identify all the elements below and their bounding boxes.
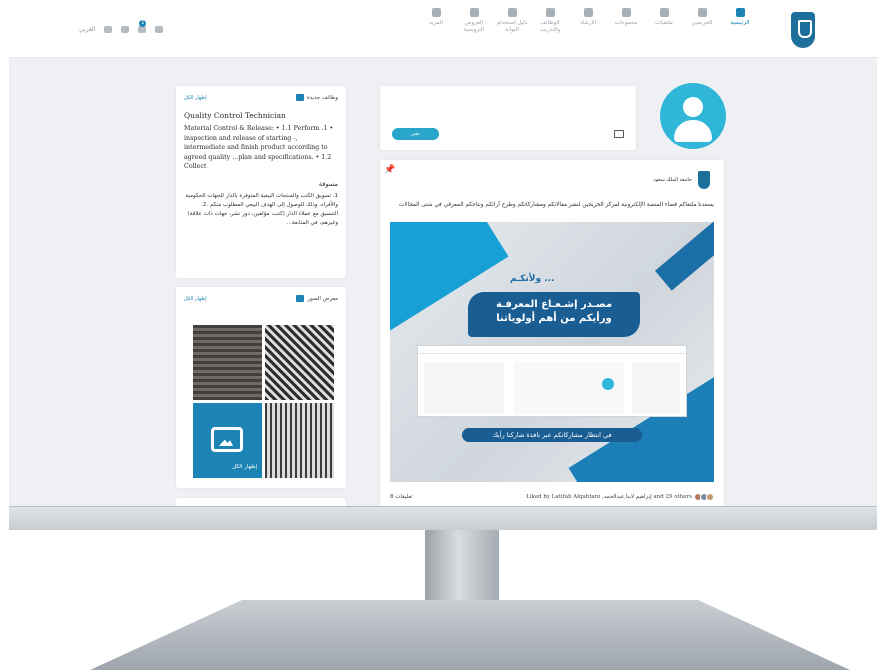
gallery-show-all-tile[interactable]: إظهار الكل — [193, 403, 262, 478]
notification-badge: 1 — [139, 20, 147, 27]
nav-item-jobs[interactable]: الوظائف والتدريب — [533, 8, 567, 34]
job-title[interactable]: Quality Control Technician — [184, 111, 338, 120]
briefcase-icon — [545, 8, 555, 17]
post-banner-image[interactable]: ... ولأنكـم مصـدر إشـعـاع المعرفـة ورأيك… — [390, 222, 714, 482]
image-upload-icon[interactable] — [614, 130, 624, 138]
gallery-card-header: معرض الصور إظهار الكل — [176, 287, 346, 302]
post-author[interactable]: جامعة الملك سعود — [653, 177, 692, 183]
jobs-show-all-link[interactable]: إظهار الكل — [184, 95, 207, 101]
post-author-logo[interactable] — [698, 171, 710, 189]
comments-count[interactable]: 8 تعليقات — [390, 494, 413, 500]
main-nav: الرئيسية الخريجين ملتقيات مجموعات الارشا… — [419, 8, 757, 34]
gallery-show-all-link[interactable]: إظهار الكل — [184, 296, 207, 302]
post-composer[interactable]: نشر — [380, 86, 636, 150]
more-icon — [431, 8, 441, 17]
gallery-grid: إظهار الكل — [193, 325, 334, 478]
building-icon — [621, 8, 631, 17]
monitor-stand-base — [90, 600, 850, 670]
link-icon — [469, 8, 479, 17]
pin-icon: 📌 — [384, 165, 396, 175]
new-jobs-card: وظائف جديدة إظهار الكل Quality Control T… — [176, 86, 346, 278]
nav-item-mentoring[interactable]: الارشاد — [571, 8, 605, 34]
nav-item-more[interactable]: المزيد — [419, 8, 453, 34]
users-icon — [583, 8, 593, 17]
likes-summary[interactable]: Liked by Latifah Alqahtani ,إبراهيم لابن… — [526, 493, 714, 501]
utility-bar: العربي 1 — [79, 20, 164, 33]
banner-screenshot — [417, 345, 687, 417]
feed-post: 📌 جامعة الملك سعود يسعدنا ملتقاكم فضاء ا… — [380, 160, 724, 512]
nav-item-forums[interactable]: ملتقيات — [647, 8, 681, 34]
user-icon[interactable] — [155, 26, 164, 33]
monitor-stand-neck — [425, 530, 499, 608]
gallery-more-label: إظهار الكل — [232, 464, 257, 470]
id-card-icon — [697, 8, 707, 17]
bell-icon[interactable]: 1 — [138, 20, 147, 33]
chat-icon[interactable] — [121, 26, 130, 33]
nav-item-groups[interactable]: مجموعات — [609, 8, 643, 34]
university-logo[interactable] — [791, 12, 815, 48]
graduation-cap-icon — [659, 8, 669, 17]
briefcase-icon — [295, 94, 304, 101]
nav-item-offers[interactable]: العروض الترويجية — [457, 8, 491, 34]
image-icon — [211, 427, 243, 452]
publish-button[interactable]: نشر — [392, 128, 439, 140]
photo-gallery-card: معرض الصور إظهار الكل إظهار الكل — [176, 287, 346, 488]
job-item[interactable]: Quality Control Technician Material Cont… — [176, 101, 346, 172]
monitor-screen: الرئيسية الخريجين ملتقيات مجموعات الارشا… — [9, 0, 877, 512]
jobs-card-title: وظائف جديدة — [306, 94, 338, 101]
banner-cta: في انتظار مشاركاتكم عبر نافذة شاركنا رأي… — [462, 428, 642, 442]
nav-item-guide[interactable]: دليل استخدام البوابة — [495, 8, 529, 34]
top-navbar: الرئيسية الخريجين ملتقيات مجموعات الارشا… — [9, 0, 877, 58]
nav-item-home[interactable]: الرئيسية — [723, 8, 757, 34]
home-icon — [735, 8, 745, 17]
gallery-photo[interactable] — [265, 325, 334, 400]
job-item[interactable]: مسوقة 1. تسويق الكتب والمنتجات البيعية ا… — [176, 172, 346, 228]
image-icon — [296, 295, 305, 302]
group-icon[interactable] — [104, 26, 113, 33]
post-text: يسعدنا ملتقاكم فضاء المنصة الإلكترونية ل… — [398, 202, 714, 208]
gallery-card-title: معرض الصور — [307, 295, 338, 302]
job-title[interactable]: مسوقة — [184, 180, 338, 188]
link-icon — [507, 8, 517, 17]
language-switch[interactable]: العربي — [79, 26, 95, 33]
gallery-photo[interactable] — [265, 403, 334, 478]
liker-avatars — [694, 493, 714, 501]
post-footer: 8 تعليقات Liked by Latifah Alqahtani ,إب… — [390, 493, 714, 501]
gallery-photo[interactable] — [193, 325, 262, 400]
banner-tagline: ... ولأنكـم — [510, 274, 555, 284]
jobs-card-header: وظائف جديدة إظهار الكل — [176, 86, 346, 101]
job-description: Material Control & Release: • 1.1 Perfor… — [184, 125, 334, 170]
user-avatar[interactable] — [660, 83, 726, 149]
monitor-scene: الرئيسية الخريجين ملتقيات مجموعات الارشا… — [0, 0, 877, 670]
banner-headline: مصـدر إشـعـاع المعرفـة ورأيكم من أهم أول… — [468, 292, 640, 337]
job-description: 1. تسويق الكتب والمنتجات البيعية المتوفر… — [185, 192, 339, 226]
nav-item-alumni[interactable]: الخريجين — [685, 8, 719, 34]
monitor-bezel — [9, 506, 877, 530]
